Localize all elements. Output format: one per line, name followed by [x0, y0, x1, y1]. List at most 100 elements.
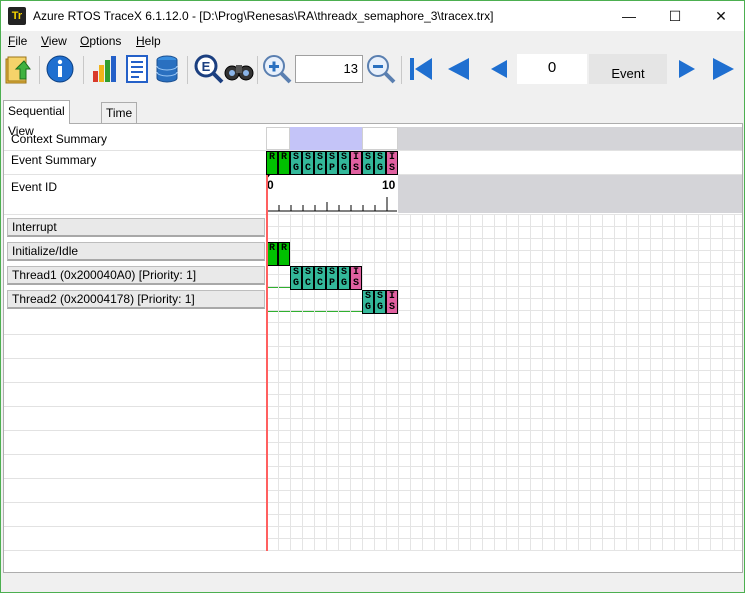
bar-chart-icon[interactable] — [89, 53, 121, 85]
context-summary-initialize-block — [362, 127, 398, 150]
grid-line — [698, 214, 699, 550]
grid-line — [710, 214, 711, 550]
event-id-ruler: 0 10 — [266, 175, 398, 213]
thread-event-mark[interactable]: SC — [302, 266, 314, 290]
previous-event-icon[interactable] — [483, 53, 515, 85]
event-summary-mark[interactable]: SG — [290, 151, 302, 175]
grid-line — [290, 214, 291, 550]
next-event-icon[interactable] — [671, 53, 703, 85]
menu-options[interactable]: Options — [80, 34, 121, 48]
thread-event-mark[interactable]: IS — [386, 290, 398, 314]
ruler-end-label: 10 — [382, 178, 396, 192]
tab-time-view[interactable]: Time View — [101, 102, 138, 140]
grid-line — [734, 214, 735, 550]
context-summary-initialize-block — [266, 127, 290, 150]
thread-event-mark[interactable]: SG — [290, 266, 302, 290]
thread-event-mark[interactable]: R — [278, 242, 290, 266]
grid-line — [446, 214, 447, 550]
previous-page-icon[interactable] — [443, 53, 475, 85]
event-summary-mark[interactable]: R — [266, 151, 278, 175]
event-timeline[interactable]: 0 10 RRRRSGSGSCSCSCSCSPSPSGSGISISSGSGSGS… — [266, 124, 742, 572]
grid-line — [590, 214, 591, 550]
grid-line — [578, 214, 579, 550]
trace-panel: Context Summary Event Summary Event ID I… — [3, 123, 743, 573]
event-summary-mark[interactable]: SG — [362, 151, 374, 175]
event-summary-mark[interactable]: SG — [374, 151, 386, 175]
grid-line — [614, 214, 615, 550]
thread-event-mark[interactable]: SG — [374, 290, 386, 314]
minimize-button[interactable]: — — [606, 1, 652, 31]
event-summary-mark[interactable]: SC — [314, 151, 326, 175]
window-title: Azure RTOS TraceX 6.1.12.0 - [D:\Prog\Re… — [33, 9, 494, 23]
event-summary-label: Event Summary — [11, 153, 97, 167]
grid-line — [410, 214, 411, 550]
first-event-icon[interactable] — [405, 53, 437, 85]
event-summary-mark[interactable]: IS — [350, 151, 362, 175]
menu-bar: File View Options Help — [1, 32, 744, 50]
search-event-icon[interactable]: E — [193, 53, 225, 85]
maximize-button[interactable]: ☐ — [652, 1, 698, 31]
toolbar-separator — [257, 56, 258, 84]
grid-line — [350, 214, 351, 550]
next-page-icon[interactable] — [707, 53, 739, 85]
context-summary-thread-block — [290, 127, 362, 150]
grid-line — [470, 214, 471, 550]
binoculars-icon[interactable] — [223, 53, 255, 85]
menu-file[interactable]: File — [8, 34, 27, 48]
grid-line — [314, 214, 315, 550]
close-button[interactable]: ✕ — [698, 1, 744, 31]
grid-line — [554, 214, 555, 550]
event-summary-mark[interactable]: SP — [326, 151, 338, 175]
database-icon[interactable] — [151, 53, 183, 85]
menu-view[interactable]: View — [41, 34, 67, 48]
grid-line — [602, 214, 603, 550]
thread-event-mark[interactable]: IS — [350, 266, 362, 290]
ruler-ticks — [266, 175, 397, 212]
grid-line — [566, 214, 567, 550]
thread-event-mark[interactable]: SG — [338, 266, 350, 290]
toolbar-separator — [39, 56, 40, 84]
grid-line — [674, 214, 675, 550]
event-label: Event — [589, 54, 667, 84]
grid-line — [458, 214, 459, 550]
tab-sequential-view[interactable]: Sequential View — [3, 100, 70, 138]
event-id-empty-area — [398, 175, 742, 213]
tracex-app-icon: Tr — [8, 7, 26, 25]
grid-line — [506, 214, 507, 550]
thread-event-mark[interactable]: SP — [326, 266, 338, 290]
event-summary-mark[interactable]: SG — [338, 151, 350, 175]
event-summary-mark[interactable]: R — [278, 151, 290, 175]
grid-line — [650, 214, 651, 550]
context-summary-empty-area — [398, 127, 742, 150]
thread-event-mark[interactable]: SC — [314, 266, 326, 290]
current-event-cursor[interactable] — [266, 175, 268, 551]
thread-row-thread1[interactable]: Thread1 (0x200040A0) [Priority: 1] — [7, 266, 265, 285]
title-bar: Tr Azure RTOS TraceX 6.1.12.0 - [D:\Prog… — [1, 1, 744, 31]
status-bar — [1, 573, 744, 592]
toolbar-separator — [83, 56, 84, 84]
toolbar-separator — [187, 56, 188, 84]
thread-row-thread2[interactable]: Thread2 (0x20004178) [Priority: 1] — [7, 290, 265, 309]
zoom-in-icon[interactable] — [261, 53, 293, 85]
grid-line — [302, 214, 303, 550]
report-icon[interactable] — [121, 53, 153, 85]
event-summary-mark[interactable]: IS — [386, 151, 398, 175]
grid-line — [266, 550, 742, 551]
menu-help[interactable]: Help — [136, 34, 161, 48]
thread-event-mark[interactable]: SG — [362, 290, 374, 314]
event-id-label: Event ID — [11, 180, 58, 194]
zoom-level-input[interactable]: 13 — [295, 55, 363, 83]
toolbar-separator — [401, 56, 402, 84]
grid-line — [374, 214, 375, 550]
event-number-input[interactable]: 0 — [517, 54, 587, 84]
open-folder-icon[interactable] — [4, 53, 36, 85]
thread-row-initialize-idle[interactable]: Initialize/Idle — [7, 242, 265, 261]
info-icon[interactable] — [44, 53, 76, 85]
grid-line — [518, 214, 519, 550]
thread-row-interrupt[interactable]: Interrupt — [7, 218, 265, 237]
zoom-out-icon[interactable] — [365, 53, 397, 85]
event-summary-mark[interactable]: SC — [302, 151, 314, 175]
grid-line — [494, 214, 495, 550]
grid-line — [338, 214, 339, 550]
svg-text:E: E — [202, 59, 211, 74]
